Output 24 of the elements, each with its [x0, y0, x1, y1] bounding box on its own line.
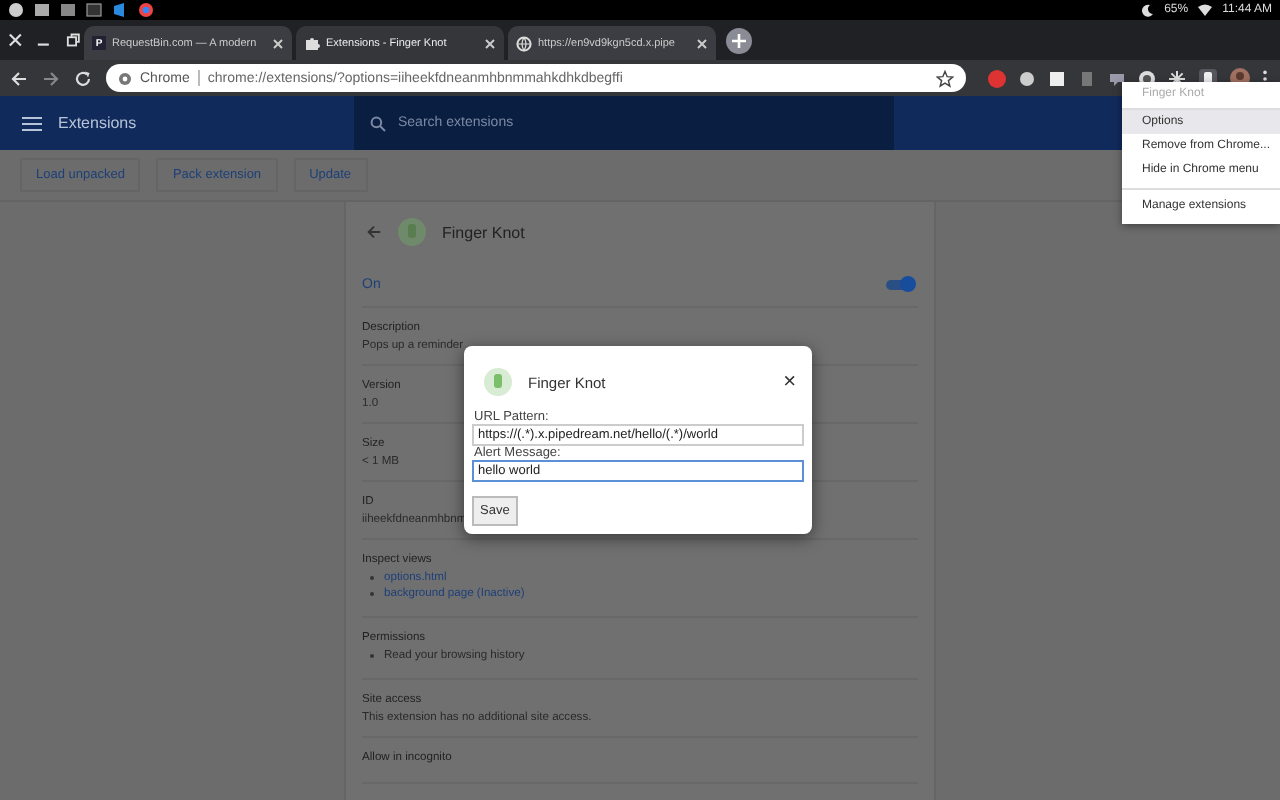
reload-icon[interactable]	[74, 69, 92, 87]
wifi-icon	[1198, 4, 1213, 16]
app-icon[interactable]	[8, 2, 24, 18]
star-icon[interactable]	[936, 69, 954, 87]
snowflake-icon[interactable]	[1168, 69, 1186, 87]
close-icon[interactable]	[484, 37, 496, 49]
close-icon[interactable]	[696, 37, 708, 49]
enable-toggle[interactable]	[886, 279, 910, 289]
close-icon[interactable]	[8, 32, 23, 48]
restore-icon[interactable]	[65, 32, 80, 48]
chrome-page-icon	[118, 71, 132, 85]
forward-arrow-icon[interactable]	[42, 69, 60, 87]
page-title: Extensions	[58, 114, 139, 132]
extension-name: Finger Knot	[442, 223, 525, 241]
globe-icon	[516, 35, 532, 51]
close-icon[interactable]	[272, 37, 284, 49]
search-icon	[370, 115, 386, 131]
menu-icon[interactable]	[22, 115, 42, 131]
puzzle-icon	[304, 35, 320, 51]
terminal-icon[interactable]	[86, 2, 102, 18]
moon-icon	[1142, 3, 1155, 17]
close-button[interactable]: ×	[775, 370, 804, 394]
new-tab-icon[interactable]	[726, 27, 752, 53]
browser-icon[interactable]	[138, 2, 154, 18]
